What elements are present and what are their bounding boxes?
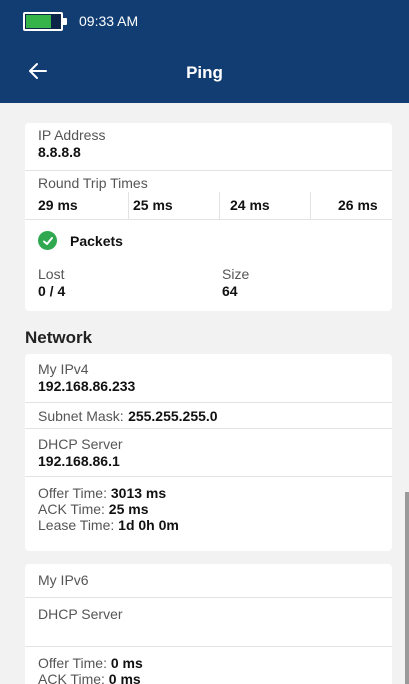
ipv6-offer-time-value: 0 ms	[110, 655, 143, 671]
dhcp-timing-row: Offer Time: 3013 ms ACK Time: 25 ms Leas…	[25, 477, 392, 549]
offer-time-label: Offer Time:	[38, 485, 107, 501]
ipv6-timing-row: Offer Time: 0 ms ACK Time: 0 ms	[25, 647, 392, 684]
ipv6-card: My IPv6 DHCP Server Offer Time: 0 ms ACK…	[25, 564, 392, 684]
ipv6-dhcp-row: DHCP Server	[25, 598, 392, 647]
ipv6-label: My IPv6	[38, 572, 89, 588]
dhcp-server-label: DHCP Server	[38, 436, 123, 452]
lease-time-value: 1d 0h 0m	[118, 517, 179, 533]
round-trip-row: Round Trip Times 29 ms 25 ms 24 ms 26 ms	[25, 171, 392, 220]
subnet-value: 255.255.255.0	[128, 408, 218, 424]
rtt-value: 25 ms	[129, 192, 220, 219]
ping-result-card: IP Address 8.8.8.8 Round Trip Times 29 m…	[25, 123, 392, 311]
page-title: Ping	[186, 63, 223, 82]
ipv6-row: My IPv6	[25, 564, 392, 598]
content-scroll-area[interactable]: IP Address 8.8.8.8 Round Trip Times 29 m…	[0, 103, 409, 684]
packets-label: Packets	[70, 232, 123, 249]
ip-address-row: IP Address 8.8.8.8	[25, 123, 392, 171]
ipv6-offer-time-label: Offer Time:	[38, 655, 107, 671]
packets-stats: Lost 0 / 4 Size 64	[25, 253, 392, 300]
ipv6-ack-time-value: 0 ms	[108, 671, 141, 684]
app-bar: 09:33 AM Ping	[0, 0, 409, 103]
ack-time-value: 25 ms	[108, 501, 149, 517]
check-circle-icon	[38, 231, 57, 250]
status-bar: 09:33 AM	[23, 9, 138, 33]
battery-icon	[23, 11, 67, 31]
size-label: Size	[222, 266, 250, 282]
scrollbar-thumb[interactable]	[405, 492, 409, 684]
ip-address-value: 8.8.8.8	[38, 144, 81, 160]
ack-time-label: ACK Time:	[38, 501, 105, 517]
network-section-title: Network	[25, 328, 93, 347]
dhcp-server-value: 192.168.86.1	[38, 453, 120, 469]
ipv6-dhcp-server-label: DHCP Server	[38, 606, 123, 622]
ipv4-card: My IPv4 192.168.86.233 Subnet Mask: 255.…	[25, 354, 392, 551]
offer-time-value: 3013 ms	[110, 485, 167, 501]
subnet-row: Subnet Mask: 255.255.255.0	[25, 403, 392, 429]
ipv4-value: 192.168.86.233	[38, 378, 136, 394]
round-trip-values: 29 ms 25 ms 24 ms 26 ms	[38, 192, 392, 219]
size-value: 64	[222, 283, 238, 299]
rtt-value: 24 ms	[220, 192, 311, 219]
packets-row: Packets	[25, 220, 392, 253]
rtt-value: 26 ms	[338, 197, 378, 213]
ipv4-row: My IPv4 192.168.86.233	[25, 354, 392, 403]
lost-value: 0 / 4	[38, 283, 66, 299]
status-time: 09:33 AM	[79, 13, 139, 29]
subnet-label: Subnet Mask:	[38, 408, 124, 424]
lease-time-label: Lease Time:	[38, 517, 115, 533]
dhcp-row: DHCP Server 192.168.86.1	[25, 429, 392, 477]
ip-address-label: IP Address	[38, 127, 106, 143]
round-trip-label: Round Trip Times	[38, 175, 148, 191]
ipv4-label: My IPv4	[38, 361, 89, 377]
rtt-value: 29 ms	[38, 192, 129, 219]
lost-label: Lost	[38, 266, 65, 282]
ipv6-ack-time-label: ACK Time:	[38, 671, 105, 684]
